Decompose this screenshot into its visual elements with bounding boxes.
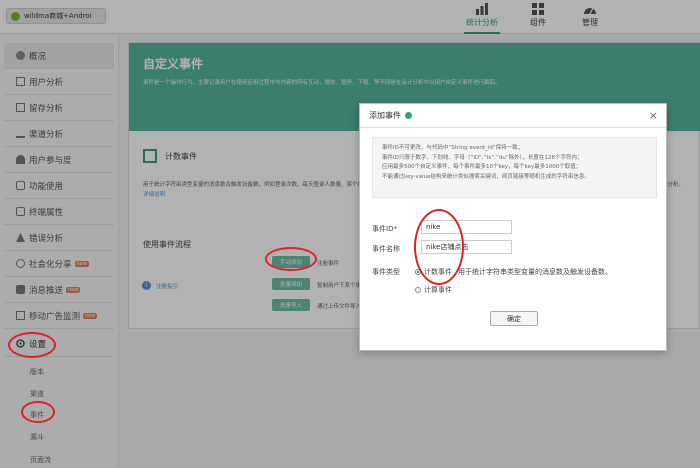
close-icon[interactable]: × [649,110,658,121]
help-icon[interactable] [405,112,412,119]
event-type-label: 事件类型 [372,268,400,276]
note-line: 事件ID不可更改，与代码中“String event_id”保持一致； [382,145,524,151]
note-line: 不能通过key-value结构来统计类似搜索关键词、网页链接等随机生成的字符串信… [382,173,590,180]
dialog-title: 添加事件 [369,111,401,120]
add-event-dialog: 添加事件 × 事件ID不可更改，与代码中“String event_id”保持一… [359,103,667,351]
radio-compute-event[interactable]: 计算事件 [415,285,452,295]
dialog-header: 添加事件 × [360,104,666,128]
radio-label: 计算事件 [424,286,452,294]
annotation-circle-event [21,401,55,423]
confirm-button[interactable]: 确定 [490,311,538,326]
event-id-label: 事件ID* [372,225,397,233]
radio-description: 用于统计字符串类型变量的消息数及触发设备数。 [458,268,612,276]
note-line: 应用最多500个自定义事件，每个事件最多10个key，每个key最多1000个取… [382,164,582,170]
event-name-label: 事件名称 [372,245,400,253]
annotation-circle-manual-add [265,247,317,271]
radio-unselected-icon [415,287,421,293]
annotation-circle-settings [8,332,56,358]
dialog-notes: 事件ID不可更改，与代码中“String event_id”保持一致； 事件ID… [372,137,657,198]
note-line: 事件ID只限于数字、下划线、字母（“ID”,“ts”,“du”除外），长度在12… [382,154,583,161]
annotation-circle-fields [414,209,464,285]
